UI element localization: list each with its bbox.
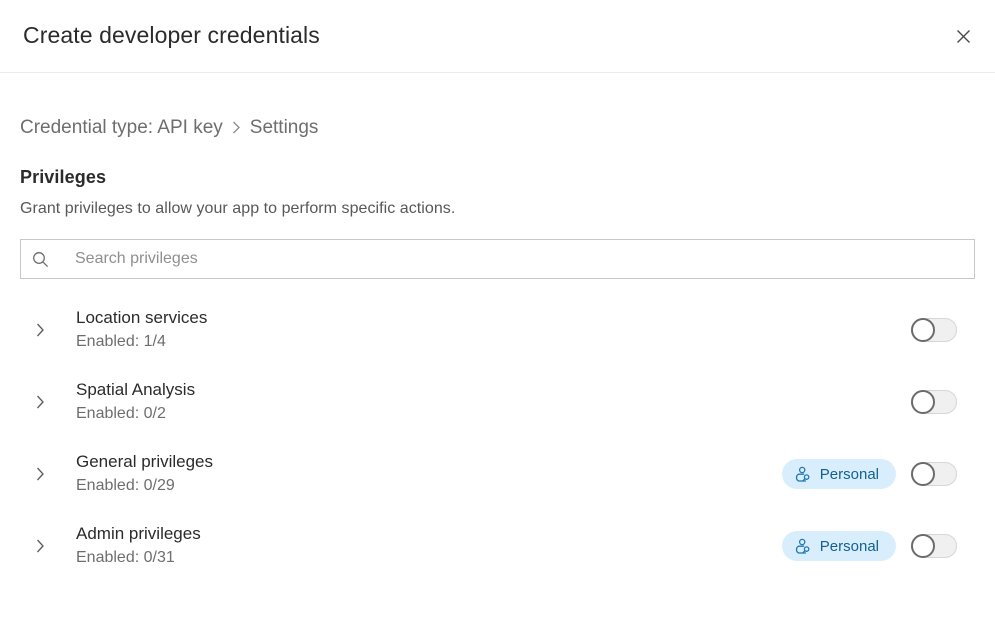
privilege-controls: Personal xyxy=(781,459,957,489)
breadcrumb: Credential type: API key Settings xyxy=(20,118,975,137)
section-description: Grant privileges to allow your app to pe… xyxy=(20,200,456,217)
privilege-toggle[interactable] xyxy=(911,318,957,342)
expand-chevron-icon[interactable] xyxy=(20,467,60,481)
modal-header: Create developer credentials xyxy=(0,0,995,73)
user-key-icon xyxy=(795,538,812,555)
section-title: Privileges xyxy=(20,167,107,187)
badge-label: Personal xyxy=(819,537,879,555)
expand-chevron-icon[interactable] xyxy=(20,539,60,553)
privilege-row-admin-privileges[interactable]: Admin privileges Enabled: 0/31 Personal xyxy=(20,510,975,582)
privilege-enabled-count: Enabled: 0/2 xyxy=(76,405,166,423)
search-privileges-box[interactable] xyxy=(20,239,975,279)
status-badge-personal: Personal xyxy=(781,459,896,489)
search-input[interactable] xyxy=(59,240,974,278)
toggle-knob xyxy=(911,462,935,486)
privilege-controls xyxy=(896,387,957,417)
page-title: Create developer credentials xyxy=(23,22,320,48)
privilege-toggle[interactable] xyxy=(911,462,957,486)
privilege-text: Admin privileges Enabled: 0/31 xyxy=(60,525,782,566)
privilege-row-spatial-analysis[interactable]: Spatial Analysis Enabled: 0/2 xyxy=(20,366,975,438)
chevron-right-icon xyxy=(232,121,241,134)
privilege-toggle[interactable] xyxy=(911,534,957,558)
expand-chevron-icon[interactable] xyxy=(20,395,60,409)
privilege-text: Location services Enabled: 1/4 xyxy=(60,309,896,350)
privilege-label: General privileges xyxy=(76,452,214,472)
privilege-toggle[interactable] xyxy=(911,390,957,414)
breadcrumb-item-settings[interactable]: Settings xyxy=(250,118,319,137)
privilege-label: Admin privileges xyxy=(76,524,201,544)
breadcrumb-item-credential-type[interactable]: Credential type: API key xyxy=(20,118,223,137)
expand-chevron-icon[interactable] xyxy=(20,323,60,337)
privilege-text: General privileges Enabled: 0/29 xyxy=(60,453,782,494)
privileges-list: Location services Enabled: 1/4 Spatial A… xyxy=(20,294,975,582)
modal-body: Credential type: API key Settings Privil… xyxy=(0,118,995,582)
privilege-label: Spatial Analysis xyxy=(76,380,196,400)
toggle-knob xyxy=(911,390,935,414)
privilege-enabled-count: Enabled: 0/31 xyxy=(76,549,175,567)
toggle-knob xyxy=(911,534,935,558)
privilege-enabled-count: Enabled: 1/4 xyxy=(76,333,166,351)
privilege-controls: Personal xyxy=(781,531,957,561)
privilege-controls xyxy=(896,315,957,345)
toggle-knob xyxy=(911,318,935,342)
close-icon xyxy=(956,29,971,44)
privilege-enabled-count: Enabled: 0/29 xyxy=(76,477,175,495)
badge-label: Personal xyxy=(819,465,879,483)
privilege-label: Location services xyxy=(76,308,208,328)
privilege-text: Spatial Analysis Enabled: 0/2 xyxy=(60,381,896,422)
privilege-row-location-services[interactable]: Location services Enabled: 1/4 xyxy=(20,294,975,366)
search-icon xyxy=(21,251,59,268)
status-badge-personal: Personal xyxy=(781,531,896,561)
user-key-icon xyxy=(795,466,812,483)
privilege-row-general-privileges[interactable]: General privileges Enabled: 0/29 Persona… xyxy=(20,438,975,510)
close-button[interactable] xyxy=(947,20,979,52)
